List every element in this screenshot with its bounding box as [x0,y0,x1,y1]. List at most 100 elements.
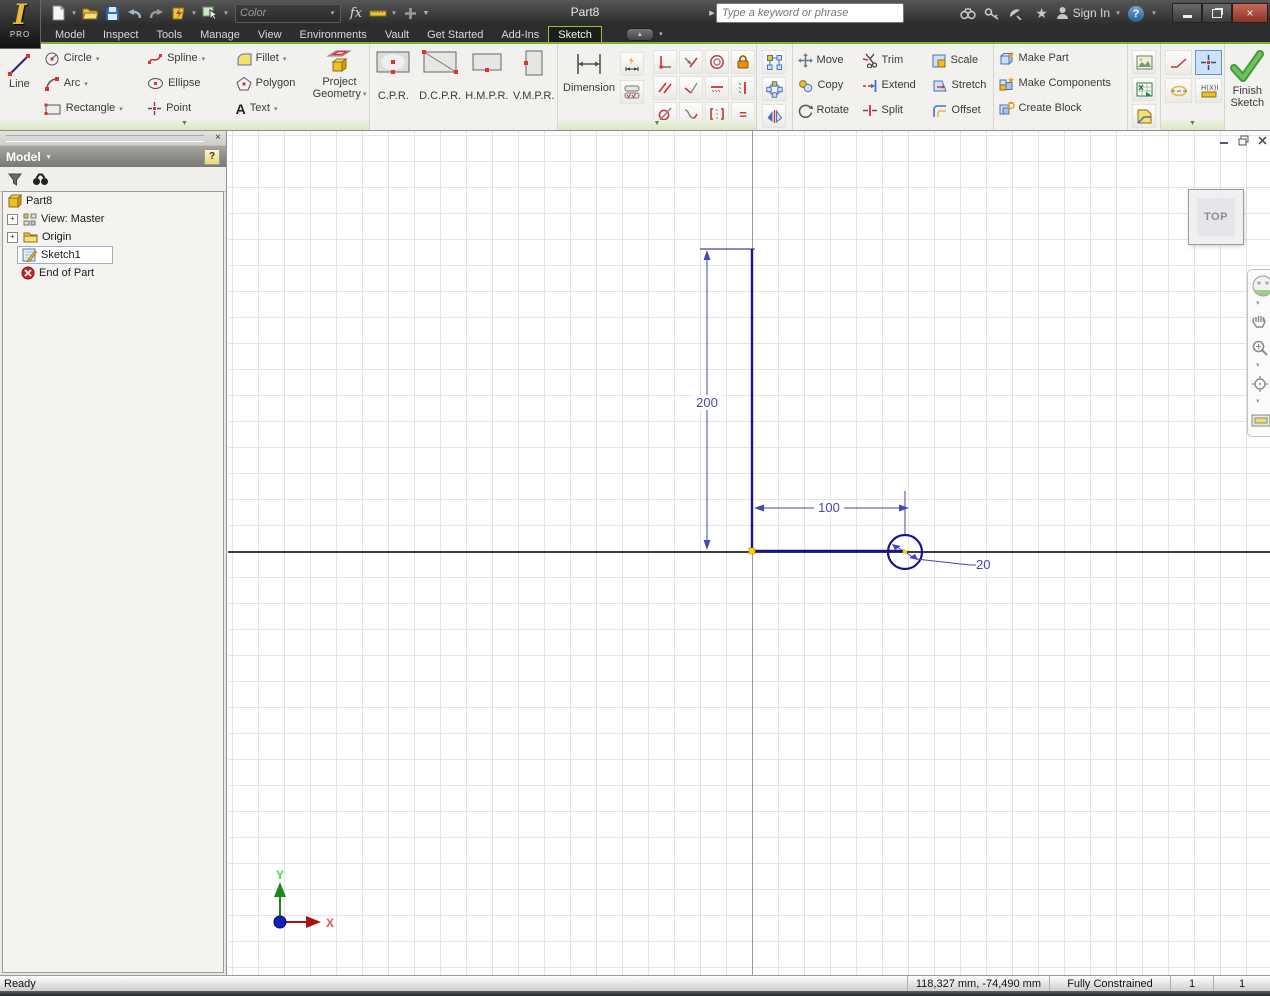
favorites-star-icon[interactable]: ★ [1032,5,1052,22]
select-button[interactable] [200,3,220,23]
tab-inspect[interactable]: Inspect [94,26,147,42]
text-button[interactable]: A Text ▾ [231,96,310,121]
search-expand-icon[interactable]: ▶ [708,9,716,17]
tab-sketch[interactable]: Sketch [548,26,602,42]
dimension-value-horizontal[interactable]: 100 [818,500,840,515]
tab-manage[interactable]: Manage [191,26,249,42]
color-combobox[interactable]: Color ▾ [235,3,341,23]
tab-environments[interactable]: Environments [291,26,376,42]
browser-close-icon[interactable]: × [210,133,226,143]
key-icon[interactable] [984,7,1004,20]
collinear-constraint-button[interactable] [679,76,703,100]
rectangular-pattern-button[interactable] [762,50,787,74]
horizontal-constraint-button[interactable] [705,76,729,100]
communication-center-icon[interactable] [1008,7,1028,20]
undo-button[interactable] [124,3,144,23]
circle-button[interactable]: Circle ▾ [39,46,142,71]
vmpr-button[interactable]: V.M.P.R. [510,50,557,130]
navigation-wheel-button[interactable] [1248,274,1270,298]
import-points-button[interactable] [1132,77,1157,101]
tree-item-sketch1[interactable]: Sketch1 [17,246,113,264]
centerpoint-toggle-button[interactable] [1195,50,1223,75]
close-button[interactable]: × [1232,3,1268,23]
split-button[interactable]: Split [857,98,927,123]
coincident-constraint-button[interactable] [679,50,703,74]
orbit-button[interactable] [1248,372,1270,396]
view-cube[interactable]: TOP [1188,189,1244,245]
update-caret-icon[interactable]: ▾ [190,9,198,17]
tree-item-part[interactable]: Part8 [3,192,223,210]
minimize-button[interactable] [1172,3,1202,23]
fillet-button[interactable]: Fillet ▾ [231,46,310,71]
centerline-toggle-button[interactable] [1165,78,1193,103]
perpendicular-constraint-button[interactable] [653,50,677,74]
browser-header[interactable]: Model ▾ ? [0,146,226,167]
tab-vault[interactable]: Vault [376,26,418,42]
rotate-button[interactable]: Rotate [793,98,857,123]
help-caret-icon[interactable]: ▾ [1150,9,1158,17]
ribbon-collapse-button[interactable]: ▴ [625,27,654,41]
arc-button[interactable]: Arc ▾ [39,71,142,96]
rectangle-button[interactable]: Rectangle ▾ [39,96,142,121]
offset-button[interactable]: Offset [927,98,993,123]
insert-acad-button[interactable] [1132,104,1157,128]
ribbon-collapse-caret-icon[interactable]: ▾ [657,30,665,38]
find-binoculars-icon[interactable] [32,173,49,186]
create-block-button[interactable]: Create Block [994,96,1127,121]
dimension-100[interactable] [754,491,909,534]
orbit-caret-icon[interactable]: ▾ [1248,398,1260,406]
draw-panel-footer[interactable]: ▼ [0,120,369,130]
search-binoculars-icon[interactable] [959,7,980,20]
dimension-value-vertical[interactable]: 200 [696,395,718,410]
tab-tools[interactable]: Tools [147,26,191,42]
application-menu-button[interactable]: I PRO [0,0,41,49]
dimension-200[interactable] [703,250,711,550]
stretch-button[interactable]: Stretch [927,73,993,98]
zoom-caret-icon[interactable]: ▾ [1248,362,1260,370]
new-caret-icon[interactable]: ▾ [70,9,78,17]
save-button[interactable] [102,3,122,23]
make-part-button[interactable]: Make Part [994,46,1127,71]
circular-pattern-button[interactable] [762,77,787,101]
sketch-canvas[interactable]: TOP ▾ ▾ ▾ 200 100 20 Y X [228,131,1270,975]
pan-button[interactable] [1248,310,1270,334]
doc-close-icon[interactable] [1257,135,1268,146]
parallel-constraint-button[interactable] [653,76,677,100]
scale-button[interactable]: Scale [927,48,993,73]
vertical-constraint-button[interactable] [731,76,755,100]
make-components-button[interactable]: Make Components [994,71,1127,96]
open-button[interactable] [80,3,100,23]
project-geometry-button[interactable]: Project Geometry ▾ [310,44,369,130]
tree-item-view-master[interactable]: + View: Master [3,210,223,228]
construction-toggle-button[interactable] [1165,50,1193,75]
point-button[interactable]: Point [142,96,231,121]
wheel-caret-icon[interactable]: ▾ [1248,300,1260,308]
dimension-button[interactable]: Dimension [558,44,620,130]
insert-image-button[interactable] [1132,50,1157,74]
driven-dimension-toggle-button[interactable]: H(X)H [1195,78,1223,103]
select-caret-icon[interactable]: ▾ [222,9,230,17]
dcpr-button[interactable]: D.C.P.R. [417,50,464,130]
trim-button[interactable]: Trim [857,48,927,73]
qat-overflow-caret-icon[interactable]: ▼ [422,10,430,17]
finish-sketch-button[interactable]: Finish Sketch [1225,44,1270,109]
dimension-value-diameter[interactable]: 20 [976,557,990,572]
concentric-constraint-button[interactable] [705,50,729,74]
browser-help-icon[interactable]: ? [204,148,220,165]
filter-icon[interactable] [8,173,22,186]
extend-button[interactable]: Extend [857,73,927,98]
move-button[interactable]: Move [793,48,857,73]
look-at-button[interactable] [1248,408,1270,432]
help-button[interactable]: ? [1126,5,1146,22]
ellipse-button[interactable]: Ellipse [142,71,231,96]
expand-icon[interactable]: + [7,231,18,243]
tab-get-started[interactable]: Get Started [418,26,492,42]
tree-item-origin[interactable]: + Origin [3,228,223,246]
sign-in-control[interactable]: Sign In ▾ [1056,6,1122,20]
material-button[interactable] [400,3,420,23]
constraint-settings-button[interactable] [620,80,644,104]
spline-button[interactable]: Spline ▾ [142,46,231,71]
line-button[interactable]: Line [0,44,39,130]
parameters-button[interactable]: fx [346,3,366,23]
doc-restore-icon[interactable] [1238,135,1249,146]
